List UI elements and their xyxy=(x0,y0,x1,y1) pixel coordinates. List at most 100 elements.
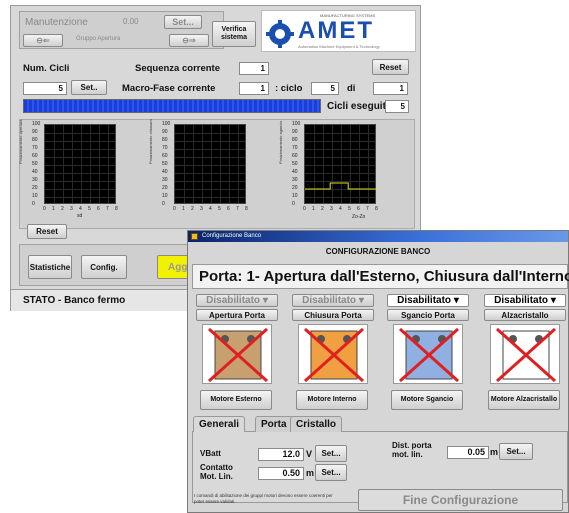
x-tick-label: 8 xyxy=(115,206,118,212)
nav-next-button[interactable]: ⊖⇒ xyxy=(169,34,209,47)
part-button[interactable]: Sgancio Porta xyxy=(387,309,469,321)
fine-configurazione-button[interactable]: Fine Configurazione xyxy=(358,489,563,511)
chart-ylabel: Posizionamento chiusura xyxy=(148,119,153,164)
sequenza-label: Sequenza corrente xyxy=(135,63,220,74)
porta-selector[interactable]: Porta: 1- Apertura dall'Esterno, Chiusur… xyxy=(192,264,569,289)
contatto-unit: m xyxy=(306,468,315,478)
x-tick-label: 5 xyxy=(88,206,91,212)
part-button[interactable]: Alzacristallo xyxy=(484,309,566,321)
dist-input[interactable]: 0.05 xyxy=(447,446,489,459)
manutenzione-set-button[interactable]: Set... xyxy=(164,15,202,29)
y-tick-label: 100 xyxy=(292,121,301,127)
porta-selector-text: Porta: 1- Apertura dall'Esterno, Chiusur… xyxy=(199,268,569,285)
state-dropdown[interactable]: Disabilitato ▾ xyxy=(484,294,566,307)
macrofase-label: Macro-Fase corrente xyxy=(122,83,216,94)
y-tick-label: 70 xyxy=(162,145,168,151)
y-tick-label: 0 xyxy=(32,201,35,207)
ciclo-value: 5 xyxy=(311,82,339,95)
motor-button[interactable]: Motore Alzacristallo xyxy=(488,390,560,410)
y-tick-label: 90 xyxy=(32,129,38,135)
x-tick-label: 4 xyxy=(79,206,82,212)
statistiche-button[interactable]: Statistiche xyxy=(28,255,72,279)
plot-area xyxy=(304,124,377,204)
vbatt-set-button[interactable]: Set... xyxy=(315,445,347,462)
y-tick-label: 90 xyxy=(162,129,168,135)
state-dropdown[interactable]: Disabilitato ▾ xyxy=(196,294,278,307)
tab-cristallo[interactable]: Cristallo xyxy=(290,416,343,432)
num-cicli-set-button[interactable]: Set.. xyxy=(71,80,107,95)
y-tick-label: 80 xyxy=(292,137,298,143)
door-image xyxy=(298,324,368,384)
nav-prev-button[interactable]: ⊖⇐ xyxy=(23,34,63,47)
y-tick-label: 0 xyxy=(292,201,295,207)
x-tick-label: 4 xyxy=(209,206,212,212)
verifica-sistema-button[interactable]: Verifica sistema xyxy=(212,21,256,47)
state-dropdown[interactable]: Disabilitato ▾ xyxy=(387,294,469,307)
y-tick-label: 20 xyxy=(292,185,298,191)
contatto-set-button[interactable]: Set... xyxy=(315,464,347,481)
part-button[interactable]: Apertura Porta xyxy=(196,309,278,321)
y-tick-label: 70 xyxy=(32,145,38,151)
tab-porta[interactable]: Porta xyxy=(255,416,293,432)
motor-button[interactable]: Motore Sgancio xyxy=(391,390,463,410)
logo-text: AMET xyxy=(298,17,374,44)
x-tick-label: 4 xyxy=(339,206,342,212)
y-tick-label: 50 xyxy=(162,161,168,167)
dist-unit: m xyxy=(490,447,499,457)
motor-button[interactable]: Motore Interno xyxy=(296,390,368,410)
sequenza-value: 1 xyxy=(239,62,269,75)
x-tick-label: 1 xyxy=(182,206,185,212)
y-tick-label: 60 xyxy=(32,153,38,159)
state-dropdown[interactable]: Disabilitato ▾ xyxy=(292,294,374,307)
x-tick-label: 7 xyxy=(106,206,109,212)
y-tick-label: 80 xyxy=(162,137,168,143)
ciclo-label: : ciclo xyxy=(275,83,303,94)
num-cicli-input[interactable]: 5 xyxy=(23,82,67,95)
x-tick-label: 2 xyxy=(321,206,324,212)
window-icon xyxy=(191,233,198,240)
progress-fill xyxy=(24,100,320,112)
dist-set-button[interactable]: Set... xyxy=(499,443,533,460)
amet-logo: MANUFACTURING SYSTEMS AMET Automation Ma… xyxy=(261,10,416,52)
x-tick-label: 6 xyxy=(97,206,100,212)
num-cicli-label: Num. Cicli xyxy=(23,63,70,74)
door-image xyxy=(202,324,272,384)
door-image xyxy=(393,324,463,384)
dist-label: Dist. porta mot. lin. xyxy=(392,441,432,459)
y-tick-label: 60 xyxy=(162,153,168,159)
y-tick-label: 10 xyxy=(292,193,298,199)
y-tick-label: 40 xyxy=(32,169,38,175)
gruppo-label: Gruppo Apertura xyxy=(76,36,121,42)
config-window: Configurazione Banco CONFIGURAZIONE BANC… xyxy=(187,230,569,513)
y-tick-label: 60 xyxy=(292,153,298,159)
x-tick-label: 8 xyxy=(245,206,248,212)
logo-subtitle: Automation Machine Equipment & Technolog… xyxy=(298,44,380,49)
part-button[interactable]: Chiusura Porta xyxy=(292,309,374,321)
contatto-label: Contatto Mot. Lin. xyxy=(200,463,233,481)
contatto-input[interactable]: 0.50 xyxy=(258,467,304,480)
y-tick-label: 40 xyxy=(162,169,168,175)
tab-generali[interactable]: Generali xyxy=(193,416,246,432)
y-tick-label: 0 xyxy=(162,201,165,207)
y-tick-label: 30 xyxy=(32,177,38,183)
x-tick-label: 0 xyxy=(303,206,306,212)
motor-button[interactable]: Motore Esterno xyxy=(200,390,272,410)
y-tick-label: 40 xyxy=(292,169,298,175)
x-tick-label: 6 xyxy=(357,206,360,212)
vbatt-input[interactable]: 12.0 xyxy=(258,448,304,461)
x-tick-label: 0 xyxy=(43,206,46,212)
x-tick-label: 1 xyxy=(312,206,315,212)
manutenzione-value: 0.00 xyxy=(123,17,139,26)
config-titlebar: Configurazione Banco xyxy=(188,231,568,242)
chart-ylabel: Posizionamento apertura xyxy=(18,119,23,164)
x-tick-label: 8 xyxy=(375,206,378,212)
cicli-eseguiti-value: 5 xyxy=(385,100,409,113)
plot-area xyxy=(44,124,116,204)
plot-area xyxy=(174,124,246,204)
reset-plots-button[interactable]: Reset xyxy=(27,224,67,239)
di-value: 1 xyxy=(373,82,408,95)
reset-cycle-button[interactable]: Reset xyxy=(372,59,409,75)
config-button[interactable]: Config. xyxy=(81,255,127,279)
x-tick-label: 6 xyxy=(227,206,230,212)
x-tick-label: 3 xyxy=(330,206,333,212)
